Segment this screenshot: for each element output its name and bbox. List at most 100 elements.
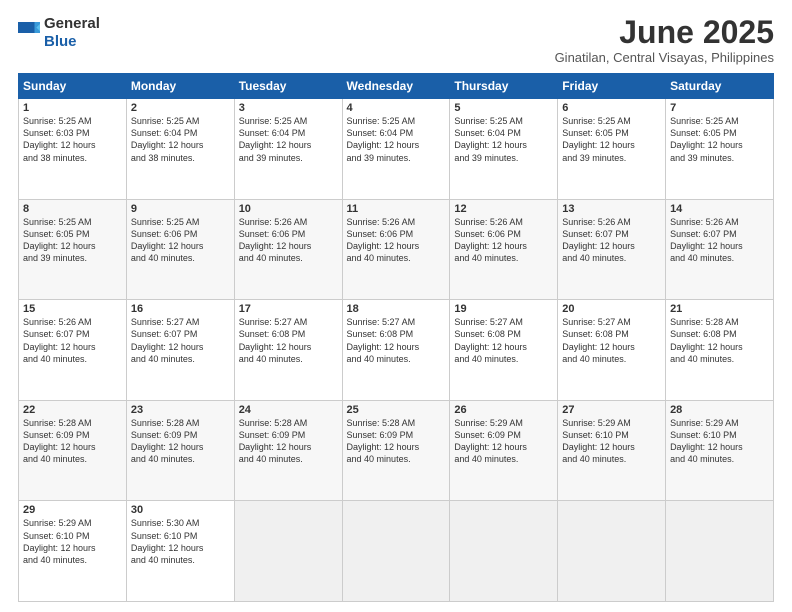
day-number: 8 [23,203,122,215]
cell-info: Sunrise: 5:26 AMSunset: 6:07 PMDaylight:… [23,316,122,365]
header-friday: Friday [558,74,666,99]
cell-info: Sunrise: 5:26 AMSunset: 6:06 PMDaylight:… [454,216,553,265]
cell-info: Sunrise: 5:28 AMSunset: 6:09 PMDaylight:… [131,417,230,466]
table-row: 10Sunrise: 5:26 AMSunset: 6:06 PMDayligh… [234,199,342,300]
cell-info: Sunrise: 5:27 AMSunset: 6:07 PMDaylight:… [131,316,230,365]
table-row: 5Sunrise: 5:25 AMSunset: 6:04 PMDaylight… [450,99,558,200]
cell-info: Sunrise: 5:30 AMSunset: 6:10 PMDaylight:… [131,517,230,566]
table-row: 25Sunrise: 5:28 AMSunset: 6:09 PMDayligh… [342,400,450,501]
table-row [450,501,558,602]
cell-info: Sunrise: 5:28 AMSunset: 6:09 PMDaylight:… [347,417,446,466]
day-number: 20 [562,303,661,315]
calendar-week-row: 29Sunrise: 5:29 AMSunset: 6:10 PMDayligh… [19,501,774,602]
cell-info: Sunrise: 5:27 AMSunset: 6:08 PMDaylight:… [347,316,446,365]
day-number: 29 [23,504,122,516]
cell-info: Sunrise: 5:29 AMSunset: 6:09 PMDaylight:… [454,417,553,466]
day-number: 18 [347,303,446,315]
table-row [666,501,774,602]
day-number: 26 [454,404,553,416]
table-row: 6Sunrise: 5:25 AMSunset: 6:05 PMDaylight… [558,99,666,200]
table-row: 13Sunrise: 5:26 AMSunset: 6:07 PMDayligh… [558,199,666,300]
table-row: 9Sunrise: 5:25 AMSunset: 6:06 PMDaylight… [126,199,234,300]
cell-info: Sunrise: 5:25 AMSunset: 6:04 PMDaylight:… [454,115,553,164]
header-monday: Monday [126,74,234,99]
day-number: 6 [562,102,661,114]
table-row: 15Sunrise: 5:26 AMSunset: 6:07 PMDayligh… [19,300,127,401]
table-row [558,501,666,602]
calendar-week-row: 1Sunrise: 5:25 AMSunset: 6:03 PMDaylight… [19,99,774,200]
table-row: 21Sunrise: 5:28 AMSunset: 6:08 PMDayligh… [666,300,774,401]
day-number: 3 [239,102,338,114]
day-number: 30 [131,504,230,516]
table-row: 11Sunrise: 5:26 AMSunset: 6:06 PMDayligh… [342,199,450,300]
table-row: 30Sunrise: 5:30 AMSunset: 6:10 PMDayligh… [126,501,234,602]
table-row: 17Sunrise: 5:27 AMSunset: 6:08 PMDayligh… [234,300,342,401]
cell-info: Sunrise: 5:28 AMSunset: 6:09 PMDaylight:… [239,417,338,466]
cell-info: Sunrise: 5:26 AMSunset: 6:07 PMDaylight:… [562,216,661,265]
day-number: 27 [562,404,661,416]
cell-info: Sunrise: 5:25 AMSunset: 6:04 PMDaylight:… [347,115,446,164]
cell-info: Sunrise: 5:27 AMSunset: 6:08 PMDaylight:… [454,316,553,365]
table-row: 16Sunrise: 5:27 AMSunset: 6:07 PMDayligh… [126,300,234,401]
header-thursday: Thursday [450,74,558,99]
table-row: 18Sunrise: 5:27 AMSunset: 6:08 PMDayligh… [342,300,450,401]
logo-text: General Blue [44,15,100,51]
table-row: 4Sunrise: 5:25 AMSunset: 6:04 PMDaylight… [342,99,450,200]
table-row: 12Sunrise: 5:26 AMSunset: 6:06 PMDayligh… [450,199,558,300]
cell-info: Sunrise: 5:25 AMSunset: 6:05 PMDaylight:… [562,115,661,164]
day-number: 28 [670,404,769,416]
cell-info: Sunrise: 5:29 AMSunset: 6:10 PMDaylight:… [670,417,769,466]
day-number: 17 [239,303,338,315]
day-number: 5 [454,102,553,114]
day-number: 24 [239,404,338,416]
day-number: 12 [454,203,553,215]
calendar-page: General Blue June 2025 Ginatilan, Centra… [0,0,792,612]
table-row: 8Sunrise: 5:25 AMSunset: 6:05 PMDaylight… [19,199,127,300]
day-number: 1 [23,102,122,114]
day-number: 4 [347,102,446,114]
table-row: 26Sunrise: 5:29 AMSunset: 6:09 PMDayligh… [450,400,558,501]
title-area: June 2025 Ginatilan, Central Visayas, Ph… [555,15,774,65]
header-wednesday: Wednesday [342,74,450,99]
table-row: 19Sunrise: 5:27 AMSunset: 6:08 PMDayligh… [450,300,558,401]
table-row: 7Sunrise: 5:25 AMSunset: 6:05 PMDaylight… [666,99,774,200]
cell-info: Sunrise: 5:29 AMSunset: 6:10 PMDaylight:… [562,417,661,466]
cell-info: Sunrise: 5:25 AMSunset: 6:04 PMDaylight:… [131,115,230,164]
header-tuesday: Tuesday [234,74,342,99]
day-number: 13 [562,203,661,215]
table-row: 24Sunrise: 5:28 AMSunset: 6:09 PMDayligh… [234,400,342,501]
cell-info: Sunrise: 5:26 AMSunset: 6:07 PMDaylight:… [670,216,769,265]
cell-info: Sunrise: 5:27 AMSunset: 6:08 PMDaylight:… [562,316,661,365]
day-number: 25 [347,404,446,416]
day-number: 23 [131,404,230,416]
header-sunday: Sunday [19,74,127,99]
day-number: 14 [670,203,769,215]
table-row: 2Sunrise: 5:25 AMSunset: 6:04 PMDaylight… [126,99,234,200]
cell-info: Sunrise: 5:26 AMSunset: 6:06 PMDaylight:… [347,216,446,265]
month-year-title: June 2025 [555,15,774,50]
header-saturday: Saturday [666,74,774,99]
cell-info: Sunrise: 5:25 AMSunset: 6:06 PMDaylight:… [131,216,230,265]
table-row: 23Sunrise: 5:28 AMSunset: 6:09 PMDayligh… [126,400,234,501]
table-row: 27Sunrise: 5:29 AMSunset: 6:10 PMDayligh… [558,400,666,501]
cell-info: Sunrise: 5:28 AMSunset: 6:09 PMDaylight:… [23,417,122,466]
day-number: 15 [23,303,122,315]
calendar-week-row: 15Sunrise: 5:26 AMSunset: 6:07 PMDayligh… [19,300,774,401]
logo-icon [18,22,40,44]
table-row: 14Sunrise: 5:26 AMSunset: 6:07 PMDayligh… [666,199,774,300]
cell-info: Sunrise: 5:27 AMSunset: 6:08 PMDaylight:… [239,316,338,365]
logo: General Blue [18,15,100,51]
cell-info: Sunrise: 5:25 AMSunset: 6:05 PMDaylight:… [23,216,122,265]
table-row: 1Sunrise: 5:25 AMSunset: 6:03 PMDaylight… [19,99,127,200]
cell-info: Sunrise: 5:26 AMSunset: 6:06 PMDaylight:… [239,216,338,265]
day-number: 22 [23,404,122,416]
cell-info: Sunrise: 5:28 AMSunset: 6:08 PMDaylight:… [670,316,769,365]
calendar-week-row: 8Sunrise: 5:25 AMSunset: 6:05 PMDaylight… [19,199,774,300]
cell-info: Sunrise: 5:25 AMSunset: 6:03 PMDaylight:… [23,115,122,164]
day-number: 16 [131,303,230,315]
day-number: 10 [239,203,338,215]
day-number: 21 [670,303,769,315]
calendar-table: Sunday Monday Tuesday Wednesday Thursday… [18,73,774,602]
cell-info: Sunrise: 5:25 AMSunset: 6:05 PMDaylight:… [670,115,769,164]
header: General Blue June 2025 Ginatilan, Centra… [18,15,774,65]
